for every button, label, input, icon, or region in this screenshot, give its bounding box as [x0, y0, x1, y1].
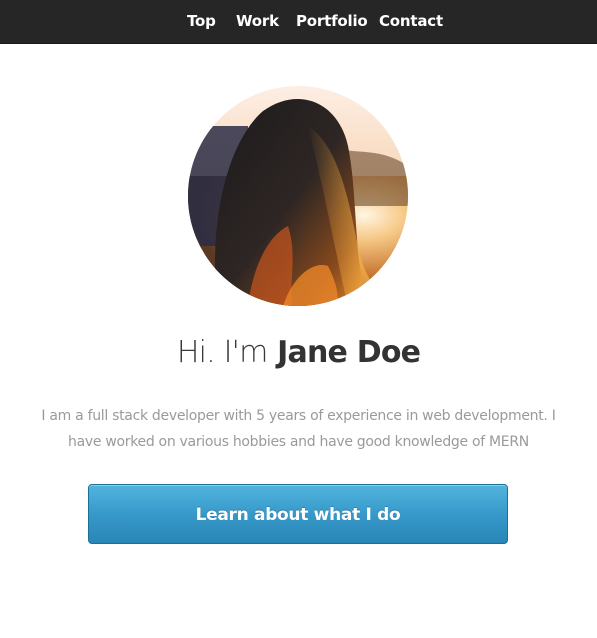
top-navbar: Top Work Portfolio Contact — [0, 0, 597, 44]
profile-photo — [188, 86, 408, 306]
hero-name: Jane Doe — [277, 335, 421, 370]
nav-link-top[interactable]: Top — [187, 0, 216, 43]
nav-link-portfolio[interactable]: Portfolio — [296, 0, 368, 43]
nav-link-work[interactable]: Work — [236, 0, 279, 43]
nav-link-contact[interactable]: Contact — [379, 0, 443, 43]
profile-avatar — [188, 86, 408, 306]
learn-more-button[interactable]: Learn about what I do — [88, 484, 508, 544]
hero-bio: I am a full stack developer with 5 years… — [41, 408, 556, 450]
hero-greeting: Hi. I'm — [176, 335, 268, 370]
hero-headline: Hi. I'm Jane Doe — [0, 331, 597, 375]
